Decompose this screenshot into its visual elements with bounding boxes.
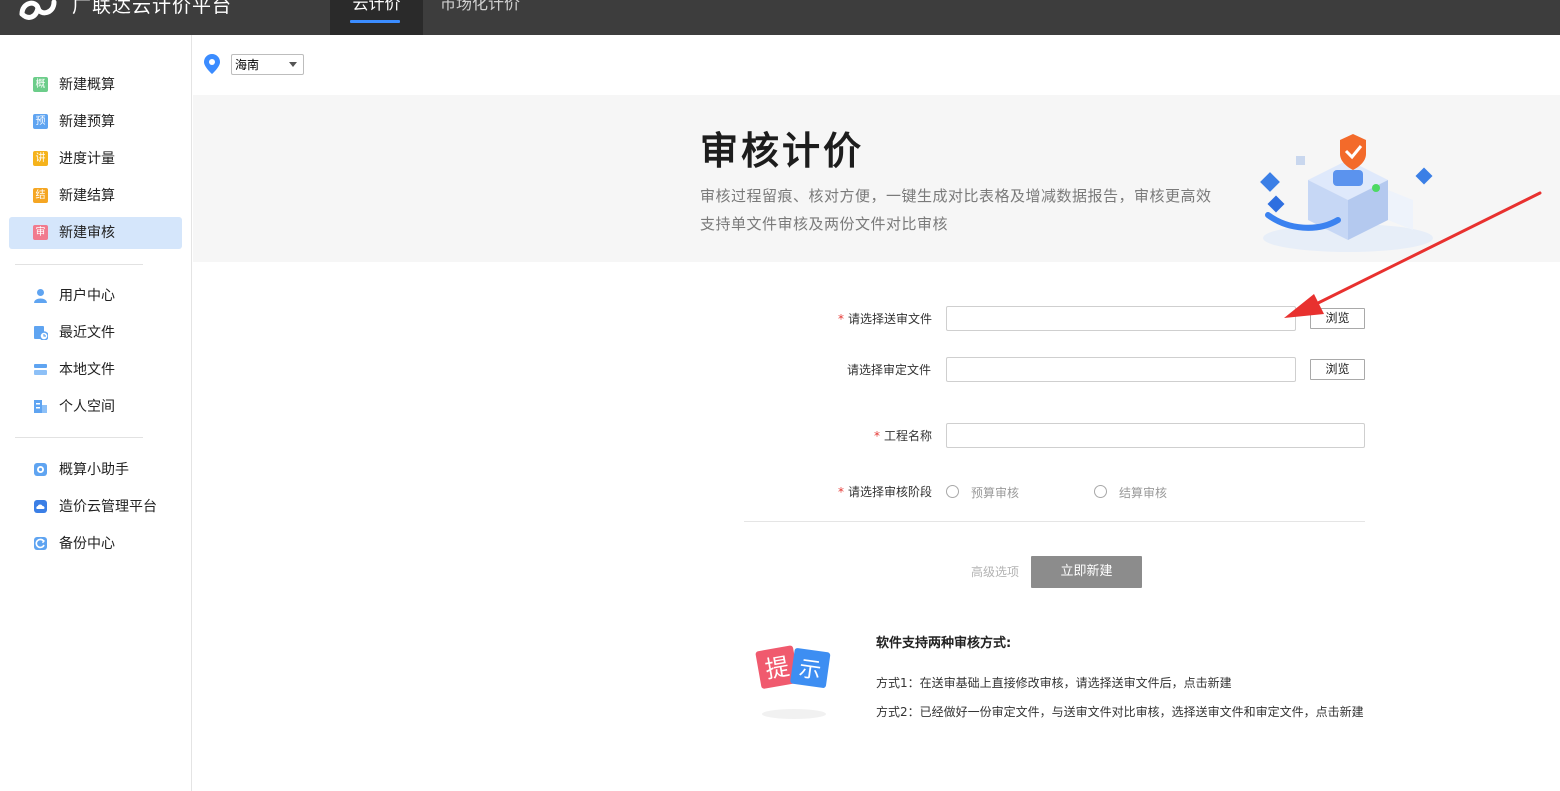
submit-file-browse-button[interactable]: 浏览 bbox=[1310, 308, 1365, 329]
tab-market-pricing[interactable]: 市场化计价 bbox=[440, 0, 530, 35]
assistant-icon bbox=[34, 463, 47, 476]
sidebar-item-user-center[interactable]: 用户中心 bbox=[9, 280, 182, 312]
app-title: 广联达云计价平台 bbox=[72, 0, 233, 17]
sidebar-item-label: 新建审核 bbox=[59, 225, 115, 241]
sidebar-item-label: 进度计量 bbox=[59, 151, 115, 167]
submit-file-label: * 请选择送审文件 bbox=[838, 312, 932, 326]
form-divider bbox=[744, 521, 1365, 522]
approved-file-label: 请选择审定文件 bbox=[847, 363, 932, 377]
tip-badge-char-2: 示 bbox=[797, 657, 822, 685]
sidebar-item-label: 造价云管理平台 bbox=[59, 499, 157, 515]
settlement-review-radio[interactable] bbox=[1094, 485, 1107, 498]
tip-title: 软件支持两种审核方式: bbox=[876, 636, 1012, 651]
location-pin-icon bbox=[204, 54, 220, 74]
approved-file-browse-button[interactable]: 浏览 bbox=[1310, 359, 1365, 380]
create-now-button[interactable]: 立即新建 bbox=[1031, 556, 1142, 588]
review-banner: 审核计价 审核过程留痕、核对方便，一键生成对比表格及增减数据报告，审核更高效 支… bbox=[193, 95, 1560, 262]
user-icon bbox=[34, 289, 47, 303]
progress-icon: 讲 bbox=[33, 151, 48, 166]
tip-badge-char-1: 提 bbox=[763, 652, 791, 684]
required-mark: * bbox=[838, 312, 844, 326]
sidebar-item-new-settlement[interactable]: 结 新建结算 bbox=[9, 180, 182, 212]
backup-icon bbox=[34, 537, 47, 550]
region-select-value: 海南 bbox=[235, 58, 260, 72]
settlement-review-radio-label[interactable]: 结算审核 bbox=[1119, 486, 1167, 500]
sidebar-divider bbox=[15, 437, 143, 438]
region-select[interactable]: 海南 bbox=[231, 54, 304, 75]
budget-review-radio-label[interactable]: 预算审核 bbox=[971, 486, 1019, 500]
sidebar-item-label: 概算小助手 bbox=[59, 462, 129, 478]
sidebar-item-estimate-assistant[interactable]: 概算小助手 bbox=[9, 454, 182, 486]
sidebar-item-recent-files[interactable]: 最近文件 bbox=[9, 317, 182, 349]
sidebar-item-label: 新建预算 bbox=[59, 114, 115, 130]
sidebar-item-label: 新建结算 bbox=[59, 188, 115, 204]
sidebar-item-backup-center[interactable]: 备份中心 bbox=[9, 528, 182, 560]
settlement-icon: 结 bbox=[33, 188, 48, 203]
sidebar-item-label: 个人空间 bbox=[59, 399, 115, 415]
budget-icon: 预 bbox=[33, 114, 48, 129]
personal-space-icon bbox=[34, 400, 47, 413]
sidebar-item-label: 新建概算 bbox=[59, 77, 115, 93]
sidebar-item-new-budget[interactable]: 预 新建预算 bbox=[9, 106, 182, 138]
review-icon: 审 bbox=[33, 225, 48, 240]
advanced-options-link[interactable]: 高级选项 bbox=[971, 565, 1019, 579]
submit-file-input[interactable] bbox=[946, 306, 1296, 331]
cloud-platform-icon bbox=[34, 500, 47, 513]
local-file-icon bbox=[34, 364, 47, 375]
tip-method-1: 方式1：在送审基础上直接修改审核，请选择送审文件后，点击新建 bbox=[876, 676, 1232, 690]
tip-method-2: 方式2：已经做好一份审定文件，与送审文件对比审核，选择送审文件和审定文件，点击新… bbox=[876, 705, 1364, 719]
required-mark: * bbox=[838, 485, 844, 499]
sidebar-item-label: 用户中心 bbox=[59, 288, 115, 304]
sidebar-item-label: 备份中心 bbox=[59, 536, 115, 552]
sidebar-item-personal-space[interactable]: 个人空间 bbox=[9, 391, 182, 423]
sidebar-item-new-review[interactable]: 审 新建审核 bbox=[9, 217, 182, 249]
review-stage-label-text: 请选择审核阶段 bbox=[848, 485, 933, 499]
active-tab-indicator bbox=[350, 20, 400, 23]
sidebar-item-local-files[interactable]: 本地文件 bbox=[9, 354, 182, 386]
review-stage-label: * 请选择审核阶段 bbox=[838, 485, 932, 499]
glodon-logo-icon bbox=[19, 0, 57, 20]
banner-title: 审核计价 bbox=[700, 129, 865, 173]
banner-subtitle-line1: 审核过程留痕、核对方便，一键生成对比表格及增减数据报告，审核更高效 bbox=[700, 187, 1212, 205]
banner-subtitle-line2: 支持单文件审核及两份文件对比审核 bbox=[700, 215, 949, 233]
sidebar: 概 新建概算 预 新建预算 讲 进度计量 结 新建结算 审 新建审核 用户中心 … bbox=[0, 35, 192, 791]
sidebar-divider bbox=[15, 264, 143, 265]
estimate-icon: 概 bbox=[33, 77, 48, 92]
tab-cloud-pricing-label: 云计价 bbox=[352, 0, 401, 13]
review-illustration-icon bbox=[1260, 134, 1433, 252]
sidebar-item-label: 本地文件 bbox=[59, 362, 115, 378]
top-bar: 广联达云计价平台 云计价 市场化计价 bbox=[0, 0, 1560, 35]
sidebar-item-label: 最近文件 bbox=[59, 325, 115, 341]
sidebar-item-cost-cloud-platform[interactable]: 造价云管理平台 bbox=[9, 491, 182, 523]
budget-review-radio[interactable] bbox=[946, 485, 959, 498]
dropdown-arrow-icon bbox=[289, 62, 297, 67]
submit-file-label-text: 请选择送审文件 bbox=[848, 312, 933, 326]
project-name-label: * 工程名称 bbox=[874, 429, 932, 443]
sidebar-item-new-estimate[interactable]: 概 新建概算 bbox=[9, 69, 182, 101]
required-mark: * bbox=[874, 429, 880, 443]
project-name-input[interactable] bbox=[946, 423, 1365, 448]
project-name-label-text: 工程名称 bbox=[884, 429, 933, 443]
tab-cloud-pricing[interactable]: 云计价 bbox=[330, 0, 423, 35]
recent-file-icon bbox=[34, 326, 48, 340]
tab-market-pricing-label: 市场化计价 bbox=[440, 0, 521, 13]
approved-file-input[interactable] bbox=[946, 357, 1296, 382]
sidebar-item-progress-measure[interactable]: 讲 进度计量 bbox=[9, 143, 182, 175]
tip-badge-icon: 提 示 bbox=[755, 645, 831, 719]
